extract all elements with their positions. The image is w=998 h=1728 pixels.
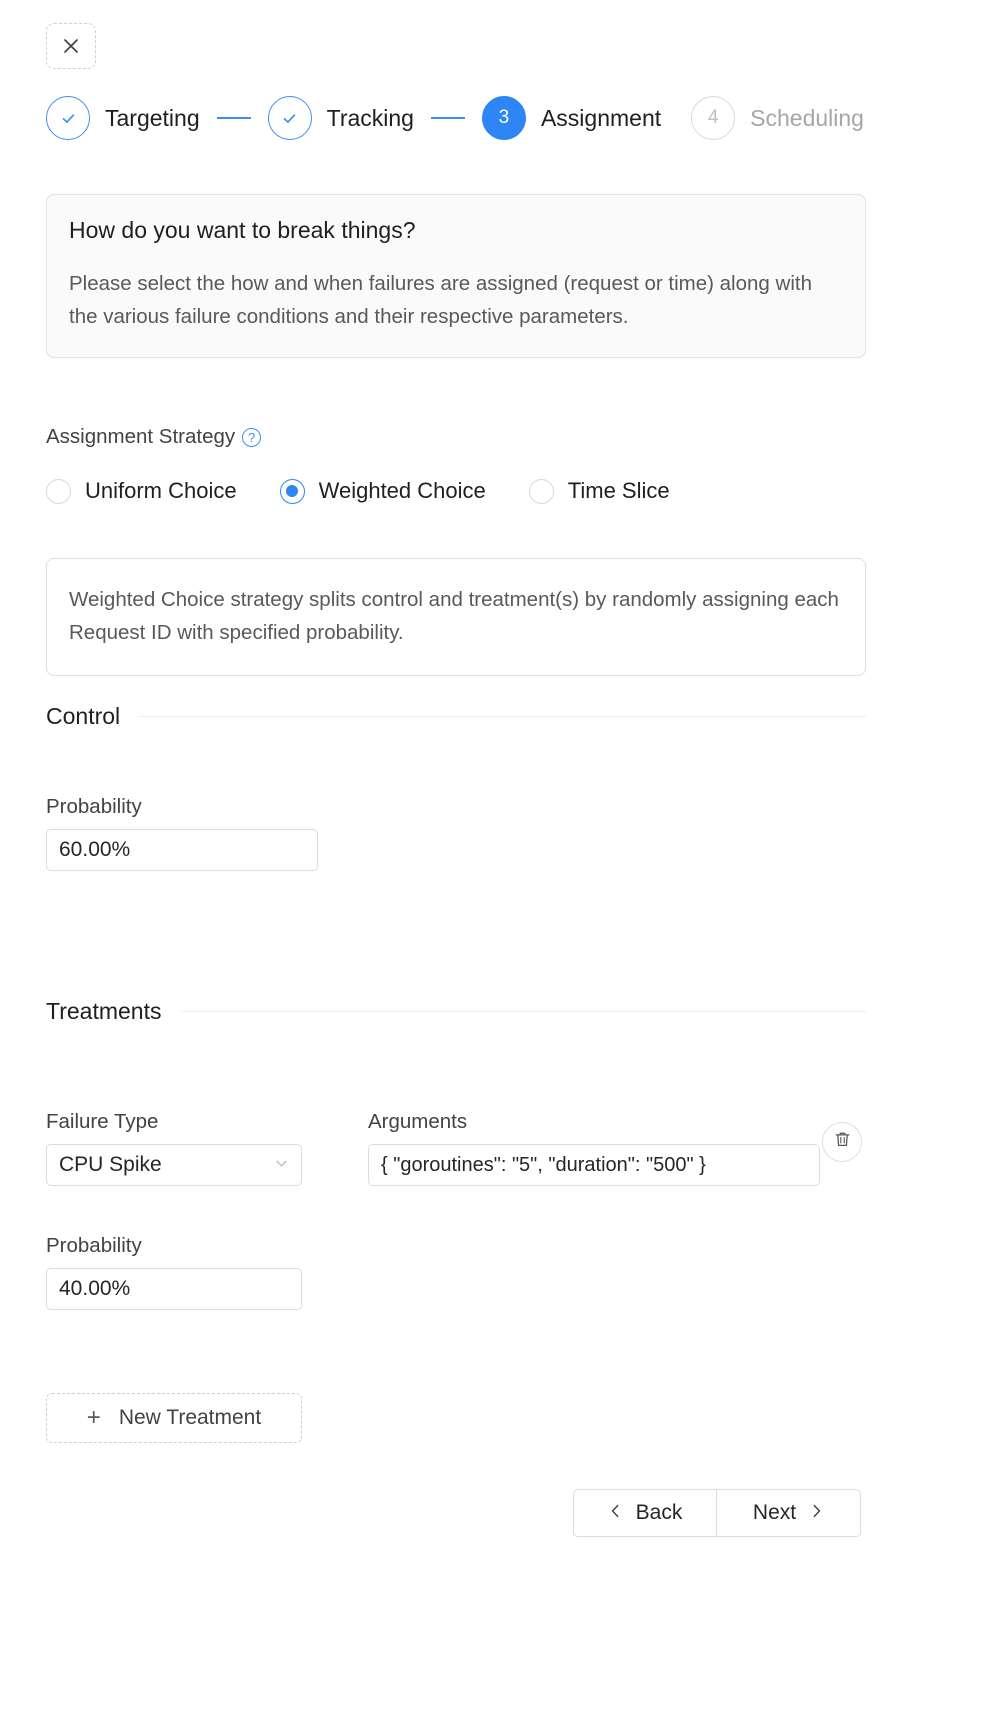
treatment-arguments-input[interactable] bbox=[368, 1144, 820, 1186]
treatment-failure-type-label: Failure Type bbox=[46, 1110, 159, 1133]
info-alert-description: Please select the how and when failures … bbox=[69, 271, 812, 328]
chevron-left-icon bbox=[608, 1503, 623, 1523]
assignment-step-page: Targeting Tracking 3 Assignment 4 Schedu… bbox=[0, 0, 998, 1728]
radio-weighted-choice[interactable]: Weighted Choice bbox=[279, 478, 486, 504]
radio-time-slice-label: Time Slice bbox=[567, 478, 670, 503]
close-button[interactable] bbox=[46, 23, 96, 69]
back-button[interactable]: Back bbox=[573, 1489, 717, 1537]
step-targeting-marker bbox=[46, 96, 90, 140]
control-section-header: Control bbox=[46, 703, 866, 730]
radio-time-slice-dot bbox=[528, 478, 554, 504]
step-connector-1 bbox=[216, 117, 251, 119]
strategy-description-text: Weighted Choice strategy splits control … bbox=[69, 588, 839, 645]
control-probability-label: Probability bbox=[46, 795, 142, 818]
treatment-arguments-label: Arguments bbox=[368, 1110, 468, 1133]
check-icon bbox=[283, 113, 296, 123]
treatment-probability-label: Probability bbox=[46, 1234, 142, 1257]
step-assignment[interactable]: 3 Assignment bbox=[481, 96, 662, 140]
step-connector-2 bbox=[430, 117, 465, 119]
check-icon bbox=[62, 113, 74, 123]
stepper: Targeting Tracking 3 Assignment 4 Schedu… bbox=[46, 96, 946, 140]
footer-navigation: Back Next bbox=[573, 1489, 861, 1537]
close-icon bbox=[61, 36, 81, 56]
info-alert-title: How do you want to break things? bbox=[69, 217, 416, 243]
treatment-failure-type-select[interactable]: CPU Spike bbox=[46, 1144, 302, 1186]
delete-treatment-button[interactable] bbox=[822, 1122, 862, 1162]
back-button-label: Back bbox=[635, 1501, 683, 1524]
treatment-arguments-group: Arguments bbox=[368, 1110, 820, 1186]
radio-time-slice[interactable]: Time Slice bbox=[528, 478, 670, 504]
treatment-failure-type-value: CPU Spike bbox=[59, 1153, 162, 1176]
radio-uniform-choice-dot bbox=[46, 478, 71, 504]
control-probability-input[interactable] bbox=[46, 829, 318, 871]
treatments-section-divider bbox=[181, 1011, 866, 1012]
next-button-label: Next bbox=[752, 1501, 797, 1524]
step-targeting-label: Targeting bbox=[105, 104, 200, 131]
plus-icon: + bbox=[86, 1404, 101, 1431]
radio-weighted-choice-dot bbox=[279, 478, 305, 504]
treatments-section-title: Treatments bbox=[46, 998, 162, 1024]
help-icon[interactable]: ? bbox=[242, 427, 262, 447]
assignment-strategy-radio-group: Uniform Choice Weighted Choice Time Slic… bbox=[46, 478, 713, 504]
control-section-title: Control bbox=[46, 703, 121, 729]
trash-icon bbox=[833, 1130, 852, 1154]
treatment-probability-input[interactable] bbox=[46, 1268, 302, 1310]
radio-weighted-choice-label: Weighted Choice bbox=[318, 478, 486, 503]
info-alert: How do you want to break things? Please … bbox=[46, 194, 866, 358]
strategy-description-box: Weighted Choice strategy splits control … bbox=[46, 558, 866, 677]
step-tracking[interactable]: Tracking bbox=[267, 96, 414, 140]
step-tracking-label: Tracking bbox=[326, 104, 414, 131]
step-scheduling-marker: 4 bbox=[691, 96, 736, 140]
close-button-wrapper bbox=[46, 23, 96, 69]
control-section-divider bbox=[140, 716, 866, 717]
treatment-failure-type-group: Failure Type CPU Spike bbox=[46, 1110, 302, 1186]
new-treatment-label: New Treatment bbox=[118, 1406, 262, 1429]
chevron-right-icon bbox=[809, 1503, 824, 1523]
radio-uniform-choice[interactable]: Uniform Choice bbox=[46, 478, 237, 504]
treatment-probability-group: Probability bbox=[46, 1234, 302, 1310]
control-probability-group: Probability bbox=[46, 795, 318, 871]
step-tracking-marker bbox=[267, 96, 312, 140]
step-assignment-label: Assignment bbox=[540, 104, 662, 131]
step-scheduling-label: Scheduling bbox=[750, 104, 864, 131]
step-scheduling[interactable]: 4 Scheduling bbox=[691, 96, 864, 140]
assignment-strategy-label-row: Assignment Strategy ? bbox=[46, 425, 262, 449]
step-assignment-marker: 3 bbox=[481, 96, 526, 140]
assignment-strategy-label: Assignment Strategy bbox=[46, 425, 236, 448]
chevron-down-icon bbox=[274, 1153, 289, 1177]
treatments-section-header: Treatments bbox=[46, 998, 866, 1025]
new-treatment-button[interactable]: + New Treatment bbox=[46, 1393, 302, 1443]
next-button[interactable]: Next bbox=[717, 1489, 861, 1537]
radio-uniform-choice-label: Uniform Choice bbox=[85, 478, 237, 503]
step-targeting[interactable]: Targeting bbox=[46, 96, 200, 140]
